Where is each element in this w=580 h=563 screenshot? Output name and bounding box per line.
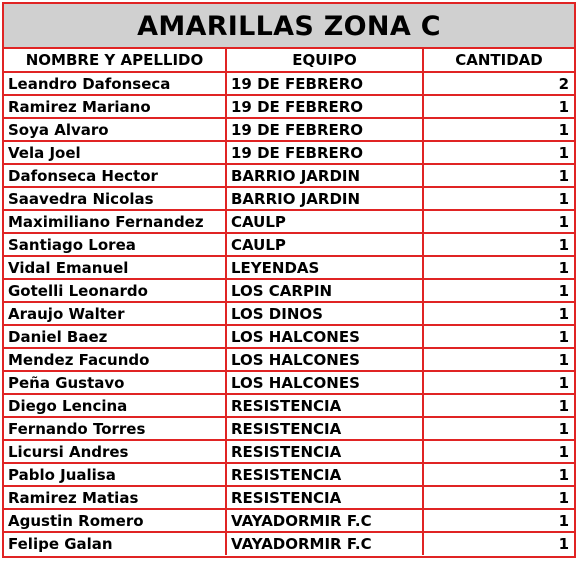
quantity-cell: 1 bbox=[422, 186, 574, 211]
team-cell: LOS HALCONES bbox=[225, 370, 424, 395]
table-row: Pablo Jualisa RESISTENCIA 1 bbox=[4, 462, 574, 487]
player-name-cell: Felipe Galan bbox=[4, 531, 227, 555]
quantity-cell: 1 bbox=[422, 232, 574, 257]
player-name-cell: Saavedra Nicolas bbox=[4, 186, 227, 211]
team-cell: RESISTENCIA bbox=[225, 416, 424, 441]
player-name-cell: Soya Alvaro bbox=[4, 117, 227, 142]
table-row: Felipe Galan VAYADORMIR F.C 1 bbox=[4, 531, 574, 555]
quantity-cell: 1 bbox=[422, 416, 574, 441]
quantity-cell: 1 bbox=[422, 347, 574, 372]
table-row: Leandro Dafonseca 19 DE FEBRERO 2 bbox=[4, 71, 574, 96]
table-row: Santiago Lorea CAULP 1 bbox=[4, 232, 574, 257]
sheet-title: AMARILLAS ZONA C bbox=[4, 4, 574, 49]
quantity-cell: 1 bbox=[422, 163, 574, 188]
player-name-cell: Maximiliano Fernandez bbox=[4, 209, 227, 234]
team-cell: 19 DE FEBRERO bbox=[225, 71, 424, 96]
team-cell: RESISTENCIA bbox=[225, 462, 424, 487]
column-header-team: EQUIPO bbox=[225, 49, 424, 73]
team-cell: LEYENDAS bbox=[225, 255, 424, 280]
team-cell: LOS HALCONES bbox=[225, 324, 424, 349]
team-cell: 19 DE FEBRERO bbox=[225, 94, 424, 119]
table-row: Fernando Torres RESISTENCIA 1 bbox=[4, 416, 574, 441]
table-row: Vela Joel 19 DE FEBRERO 1 bbox=[4, 140, 574, 165]
team-cell: RESISTENCIA bbox=[225, 485, 424, 510]
table-row: Peña Gustavo LOS HALCONES 1 bbox=[4, 370, 574, 395]
team-cell: RESISTENCIA bbox=[225, 439, 424, 464]
yellow-cards-sheet: AMARILLAS ZONA C NOMBRE Y APELLIDO EQUIP… bbox=[2, 2, 576, 558]
team-cell: CAULP bbox=[225, 232, 424, 257]
team-cell: LOS DINOS bbox=[225, 301, 424, 326]
quantity-cell: 1 bbox=[422, 508, 574, 533]
quantity-cell: 2 bbox=[422, 71, 574, 96]
player-name-cell: Ramirez Matias bbox=[4, 485, 227, 510]
table-row: Licursi Andres RESISTENCIA 1 bbox=[4, 439, 574, 464]
table-row: Gotelli Leonardo LOS CARPIN 1 bbox=[4, 278, 574, 303]
team-cell: 19 DE FEBRERO bbox=[225, 140, 424, 165]
player-name-cell: Dafonseca Hector bbox=[4, 163, 227, 188]
player-name-cell: Santiago Lorea bbox=[4, 232, 227, 257]
table-body: Leandro Dafonseca 19 DE FEBRERO 2 Ramirez M… bbox=[4, 71, 574, 555]
quantity-cell: 1 bbox=[422, 439, 574, 464]
table-row: Araujo Walter LOS DINOS 1 bbox=[4, 301, 574, 326]
team-cell: BARRIO JARDIN bbox=[225, 163, 424, 188]
player-name-cell: Diego Lencina bbox=[4, 393, 227, 418]
column-header-quantity: CANTIDAD bbox=[422, 49, 574, 73]
team-cell: VAYADORMIR F.C bbox=[225, 508, 424, 533]
table-row: Soya Alvaro 19 DE FEBRERO 1 bbox=[4, 117, 574, 142]
table-row: Vidal Emanuel LEYENDAS 1 bbox=[4, 255, 574, 280]
table-row: Mendez Facundo LOS HALCONES 1 bbox=[4, 347, 574, 372]
quantity-cell: 1 bbox=[422, 531, 574, 555]
header-row: NOMBRE Y APELLIDO EQUIPO CANTIDAD bbox=[4, 49, 574, 73]
quantity-cell: 1 bbox=[422, 324, 574, 349]
team-cell: RESISTENCIA bbox=[225, 393, 424, 418]
quantity-cell: 1 bbox=[422, 485, 574, 510]
table-row: Maximiliano Fernandez CAULP 1 bbox=[4, 209, 574, 234]
table-row: Agustin Romero VAYADORMIR F.C 1 bbox=[4, 508, 574, 533]
yellow-cards-table: NOMBRE Y APELLIDO EQUIPO CANTIDAD Leandr… bbox=[4, 49, 574, 555]
player-name-cell: Licursi Andres bbox=[4, 439, 227, 464]
team-cell: LOS HALCONES bbox=[225, 347, 424, 372]
player-name-cell: Fernando Torres bbox=[4, 416, 227, 441]
quantity-cell: 1 bbox=[422, 255, 574, 280]
player-name-cell: Ramirez Mariano bbox=[4, 94, 227, 119]
table-row: Ramirez Matias RESISTENCIA 1 bbox=[4, 485, 574, 510]
quantity-cell: 1 bbox=[422, 209, 574, 234]
player-name-cell: Gotelli Leonardo bbox=[4, 278, 227, 303]
column-header-name: NOMBRE Y APELLIDO bbox=[4, 49, 227, 73]
quantity-cell: 1 bbox=[422, 278, 574, 303]
player-name-cell: Vidal Emanuel bbox=[4, 255, 227, 280]
quantity-cell: 1 bbox=[422, 140, 574, 165]
player-name-cell: Araujo Walter bbox=[4, 301, 227, 326]
quantity-cell: 1 bbox=[422, 94, 574, 119]
player-name-cell: Agustin Romero bbox=[4, 508, 227, 533]
table-row: Saavedra Nicolas BARRIO JARDIN 1 bbox=[4, 186, 574, 211]
player-name-cell: Vela Joel bbox=[4, 140, 227, 165]
team-cell: LOS CARPIN bbox=[225, 278, 424, 303]
quantity-cell: 1 bbox=[422, 301, 574, 326]
player-name-cell: Peña Gustavo bbox=[4, 370, 227, 395]
table-row: Ramirez Mariano 19 DE FEBRERO 1 bbox=[4, 94, 574, 119]
player-name-cell: Pablo Jualisa bbox=[4, 462, 227, 487]
quantity-cell: 1 bbox=[422, 393, 574, 418]
table-row: Dafonseca Hector BARRIO JARDIN 1 bbox=[4, 163, 574, 188]
table-row: Diego Lencina RESISTENCIA 1 bbox=[4, 393, 574, 418]
quantity-cell: 1 bbox=[422, 462, 574, 487]
player-name-cell: Daniel Baez bbox=[4, 324, 227, 349]
table-row: Daniel Baez LOS HALCONES 1 bbox=[4, 324, 574, 349]
team-cell: 19 DE FEBRERO bbox=[225, 117, 424, 142]
team-cell: VAYADORMIR F.C bbox=[225, 531, 424, 555]
team-cell: BARRIO JARDIN bbox=[225, 186, 424, 211]
player-name-cell: Mendez Facundo bbox=[4, 347, 227, 372]
quantity-cell: 1 bbox=[422, 117, 574, 142]
quantity-cell: 1 bbox=[422, 370, 574, 395]
player-name-cell: Leandro Dafonseca bbox=[4, 71, 227, 96]
team-cell: CAULP bbox=[225, 209, 424, 234]
